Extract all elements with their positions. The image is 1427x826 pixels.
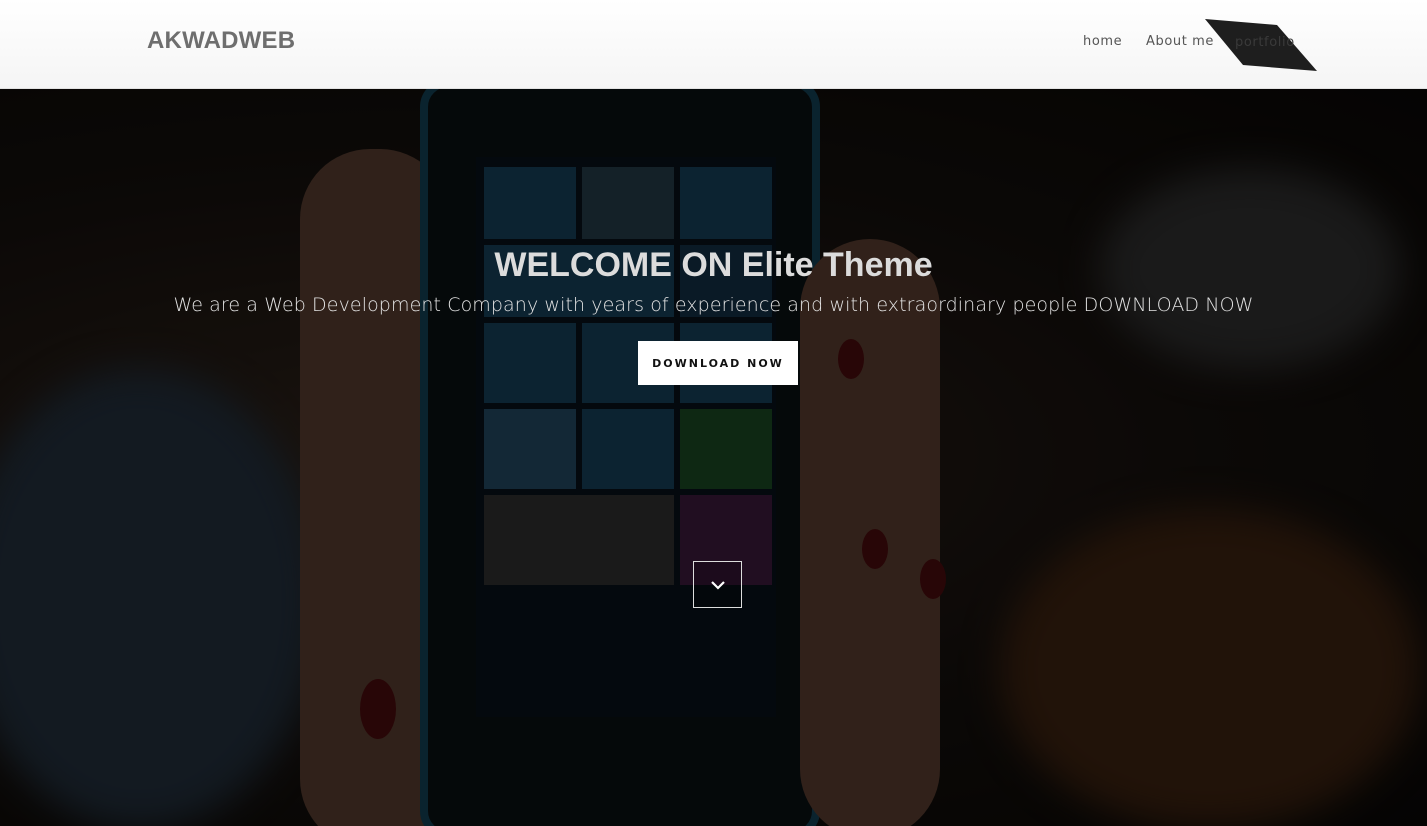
top-navbar: AKWADWEB home About me portfolio — [0, 0, 1427, 89]
hero-dark-overlay — [0, 89, 1427, 826]
hero-section: WELCOME ON Elite Theme We are a Web Deve… — [0, 89, 1427, 826]
nav-item-portfolio-highlight[interactable]: portfolio — [1205, 19, 1319, 73]
nav-item-portfolio[interactable]: portfolio — [1235, 35, 1295, 50]
hero-subtitle: We are a Web Development Company with ye… — [173, 294, 1254, 316]
hero-title: WELCOME ON Elite Theme — [494, 246, 933, 284]
nav-item-about-me[interactable]: About me — [1146, 34, 1214, 49]
scroll-down-button[interactable] — [693, 561, 742, 608]
nav-item-home[interactable]: home — [1083, 34, 1122, 49]
chevron-down-icon — [710, 580, 725, 590]
download-now-button[interactable]: DOWNLOAD NOW — [638, 341, 798, 385]
brand-logo[interactable]: AKWADWEB — [147, 27, 295, 55]
